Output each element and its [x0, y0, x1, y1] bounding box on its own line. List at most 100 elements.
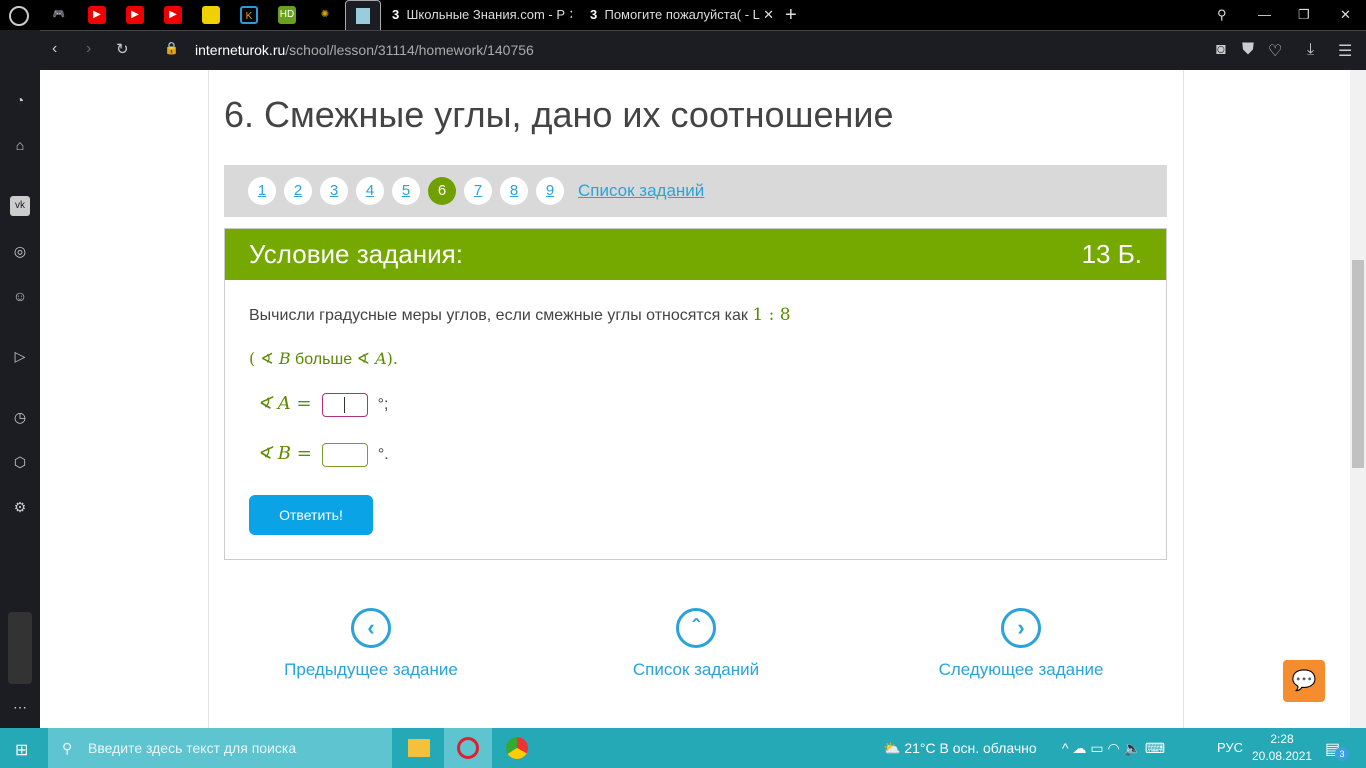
url-field[interactable]: interneturok.ru/school/lesson/31114/home… — [195, 42, 534, 58]
angle-b-suffix: °. — [377, 446, 389, 464]
cond-a: A — [375, 349, 387, 368]
heart-icon[interactable]: ♡ — [1268, 41, 1282, 61]
angle-a-suffix: °; — [377, 396, 389, 414]
angle-b-row: ∢ B = °. — [257, 443, 389, 467]
film-tab-icon[interactable]: ✺ — [316, 6, 334, 24]
page-link-2[interactable]: 2 — [284, 177, 312, 205]
start-icon[interactable]: ⊞ — [15, 740, 28, 760]
next-task-label: Следующее задание — [938, 660, 1104, 679]
opera-sidebar: ◔ ⌂ vk ◎ ☺ ▷ ◷ ⬡ ⚙ ⋯ — [0, 30, 40, 728]
taskbar-search-input[interactable]: ⚲ Введите здесь текст для поиска — [48, 728, 392, 768]
forward-icon[interactable]: › — [86, 40, 91, 58]
url-domain: interneturok.ru — [195, 42, 286, 58]
tab-znania-1[interactable]: 3 Школьные Знания.com - Р ✕ — [392, 0, 572, 30]
page-link-5[interactable]: 5 — [392, 177, 420, 205]
close-tab-icon[interactable]: ✕ — [763, 7, 774, 22]
task-list-label: Список заданий — [632, 660, 760, 679]
web-page: 6. Смежные углы, дано их соотношение 1 2… — [40, 70, 1350, 728]
discord-icon[interactable]: ☺ — [10, 286, 30, 306]
reload-icon[interactable]: ↻ — [116, 40, 129, 58]
gamepad-icon[interactable]: 🎮 — [50, 6, 68, 24]
page-link-9[interactable]: 9 — [536, 177, 564, 205]
page-link-4[interactable]: 4 — [356, 177, 384, 205]
more-icon[interactable]: ⋯ — [10, 697, 30, 717]
url-path: /school/lesson/31114/homework/140756 — [285, 42, 534, 58]
task-header: Условие задания: 13 Б. — [225, 229, 1166, 280]
page-link-1[interactable]: 1 — [248, 177, 276, 205]
opera-taskbar-icon[interactable] — [444, 728, 492, 768]
restore-icon[interactable]: ❐ — [1298, 0, 1310, 30]
browser-tab-bar: 🎮 ▶ ▶ ▶ K HD ✺ 3 Школьные Знания.com - Р… — [0, 0, 1366, 30]
cond-open: ( ∢ — [249, 349, 279, 368]
gear-icon[interactable]: ⚙ — [10, 497, 30, 517]
youtube-icon[interactable]: ▶ — [88, 6, 106, 24]
vk-icon[interactable]: vk — [10, 196, 30, 216]
settings-menu-icon[interactable]: ☰ — [1338, 41, 1352, 61]
angle-b-input[interactable] — [321, 443, 368, 467]
history-icon[interactable]: ◷ — [10, 407, 30, 427]
windows-taskbar: ⊞ ⚲ Введите здесь текст для поиска ⛅ 21°C… — [0, 728, 1366, 768]
close-window-icon[interactable]: ✕ — [1340, 0, 1351, 30]
instagram-icon[interactable]: ◎ — [10, 241, 30, 261]
prev-task-link[interactable]: ‹ Предыдущее задание — [276, 608, 466, 680]
back-icon[interactable]: ‹ — [52, 40, 57, 58]
question-line: Вычисли градусные меры углов, если смежн… — [249, 307, 748, 324]
page-link-7[interactable]: 7 — [464, 177, 492, 205]
cond-angle: ∢ — [356, 349, 376, 368]
next-task-link[interactable]: › Следующее задание — [930, 608, 1112, 680]
sidebar-bottom-tools[interactable] — [8, 612, 32, 684]
file-explorer-icon[interactable] — [408, 739, 430, 757]
close-tab-icon[interactable]: ✕ — [569, 7, 572, 22]
shield-icon[interactable]: ⛊ — [1242, 41, 1254, 59]
active-tab[interactable] — [345, 0, 381, 30]
language-indicator[interactable]: РУС — [1217, 728, 1243, 768]
youtube-icon[interactable]: ▶ — [126, 6, 144, 24]
cond-b: B — [278, 349, 291, 368]
k-tab-icon[interactable]: K — [240, 6, 258, 24]
minimize-icon[interactable]: — — [1258, 0, 1271, 30]
weather-widget[interactable]: ⛅ 21°C В осн. облачно — [883, 728, 1037, 768]
task-list-nav-link[interactable]: ˆ Список заданий — [616, 608, 776, 680]
player-icon[interactable]: ▷ — [10, 346, 30, 366]
submit-answer-button[interactable]: Ответить! — [249, 495, 373, 535]
download-icon[interactable]: ⤓ — [1307, 41, 1314, 59]
task-list-link[interactable]: Список заданий — [578, 181, 704, 201]
notifications-icon[interactable]: ▤ 3 — [1325, 739, 1349, 761]
tab-label: Школьные Знания.com - Р — [406, 7, 566, 22]
page-link-6-active[interactable]: 6 — [428, 177, 456, 205]
page-link-8[interactable]: 8 — [500, 177, 528, 205]
tray-icons[interactable]: ^ ☁ ▭ ◠ 🔈 ⌨ — [1062, 728, 1165, 768]
address-bar: ‹ › ↻ 🔒 interneturok.ru/school/lesson/31… — [40, 30, 1366, 70]
angle-a-label: ∢ A = — [257, 393, 312, 415]
youtube-icon[interactable]: ▶ — [164, 6, 182, 24]
page-link-3[interactable]: 3 — [320, 177, 348, 205]
angle-a-input[interactable] — [321, 393, 368, 417]
speed-dial-icon[interactable]: ◔ — [10, 90, 30, 110]
search-placeholder: Введите здесь текст для поиска — [88, 740, 297, 756]
hd-tab-icon[interactable]: HD — [278, 6, 296, 24]
page-scrollbar[interactable] — [1350, 70, 1366, 728]
cube-icon[interactable]: ⬡ — [10, 452, 30, 472]
opera-logo-icon[interactable] — [9, 6, 29, 26]
task-card: Условие задания: 13 Б. Вычисли градусные … — [224, 228, 1167, 560]
task-points: 13 Б. — [1081, 239, 1142, 269]
bag-icon[interactable]: ⌂ — [10, 135, 30, 155]
simpson-tab-icon[interactable] — [202, 6, 220, 24]
chrome-icon[interactable] — [506, 737, 528, 759]
scrollbar-thumb[interactable] — [1352, 260, 1364, 468]
time: 2:28 — [1270, 732, 1294, 746]
condition-text: ( ∢ B больше ∢ A). — [249, 349, 398, 369]
camera-icon[interactable]: ◙ — [1216, 41, 1226, 59]
clock[interactable]: 2:28 20.08.2021 — [1252, 731, 1312, 765]
page-title: 6. Смежные углы, дано их соотношение — [224, 94, 894, 135]
lock-icon: 🔒 — [164, 41, 179, 55]
notification-count: 3 — [1335, 747, 1349, 761]
search-tabs-icon[interactable]: ⚲ — [1217, 0, 1227, 30]
ratio: 1 : 8 — [752, 305, 791, 325]
search-icon: ⚲ — [62, 740, 73, 756]
tab-label: Помогите пожалуйста( - L — [604, 7, 760, 22]
new-tab-icon[interactable]: + — [785, 0, 797, 30]
tab-znania-2[interactable]: 3 Помогите пожалуйста( - L ✕ — [590, 0, 780, 30]
chat-icon[interactable]: 💬 — [1283, 660, 1325, 702]
question-text: Вычисли градусные меры углов, если смежн… — [249, 305, 791, 325]
